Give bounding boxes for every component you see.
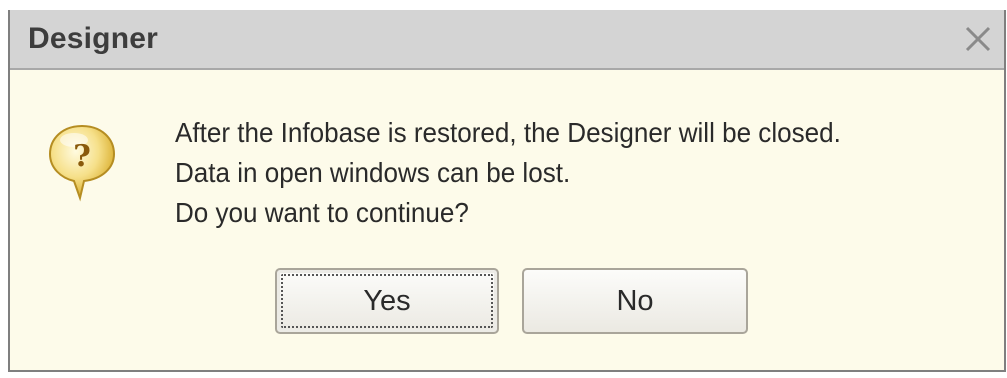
- confirmation-dialog: Designer ? After the Infobase is restore…: [8, 10, 1006, 372]
- close-button[interactable]: [958, 18, 998, 58]
- yes-button-label: Yes: [363, 284, 411, 317]
- no-button-label: No: [616, 284, 654, 317]
- svg-text:?: ?: [73, 139, 91, 174]
- message-line: Do you want to continue?: [175, 197, 469, 228]
- title-bar[interactable]: Designer: [10, 10, 1004, 70]
- dialog-message: After the Infobase is restored, the Desi…: [175, 113, 841, 233]
- yes-button[interactable]: Yes: [275, 268, 499, 334]
- close-icon: [965, 26, 991, 52]
- dialog-title: Designer: [28, 22, 158, 55]
- message-line: Data in open windows can be lost.: [175, 157, 571, 188]
- question-icon: ?: [46, 122, 118, 202]
- no-button[interactable]: No: [522, 268, 748, 334]
- message-line: After the Infobase is restored, the Desi…: [175, 117, 841, 148]
